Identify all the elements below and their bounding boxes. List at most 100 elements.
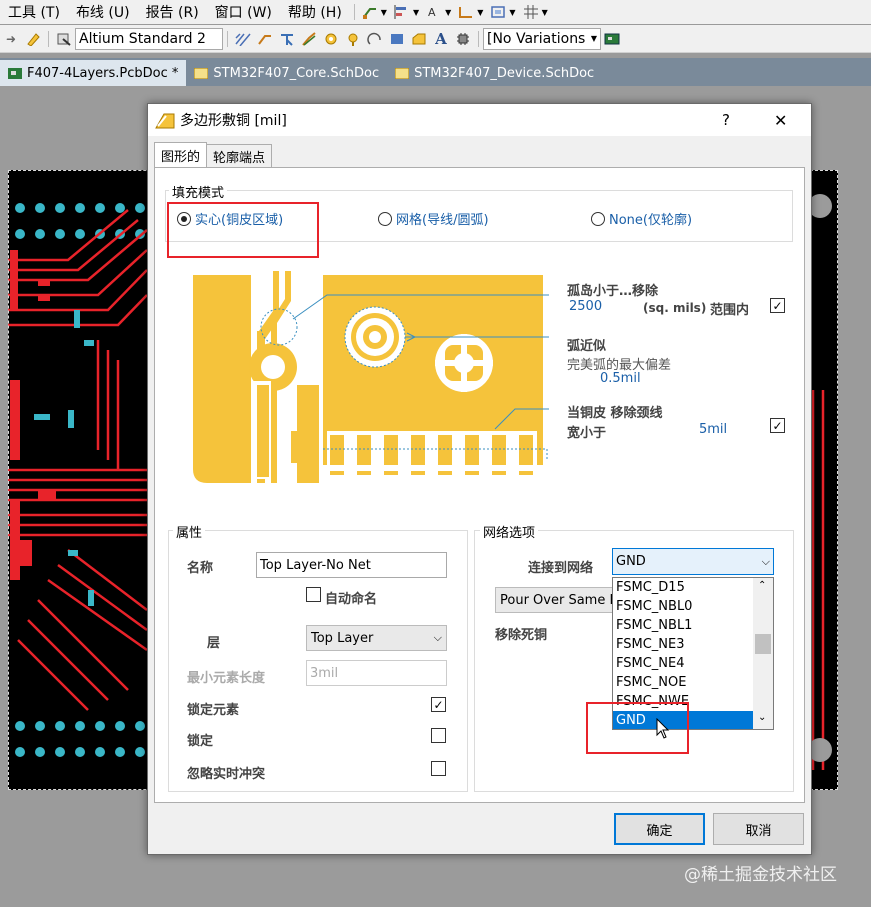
tab-device-schematic[interactable]: STM32F407_Device.SchDoc: [387, 60, 602, 86]
neck-remove-checkbox[interactable]: ✓: [770, 418, 785, 433]
name-label: 名称: [187, 561, 214, 576]
menu-reports[interactable]: 报告 (R): [138, 2, 207, 22]
annotation-box: [167, 202, 319, 258]
fill-icon[interactable]: [388, 31, 406, 47]
chevron-down-icon[interactable]: ▼: [542, 8, 548, 17]
lock-primitives-checkbox[interactable]: ✓: [431, 697, 446, 712]
net-options-label: 网络选项: [480, 522, 539, 541]
chevron-down-icon[interactable]: ▼: [509, 8, 515, 17]
auto-name-label: 自动命名: [325, 592, 378, 607]
scroll-up-icon[interactable]: ⌃: [758, 580, 766, 591]
tab-label: STM32F407_Core.SchDoc: [213, 65, 380, 81]
arc-approx-label: 弧近似: [567, 339, 607, 354]
arc-approx-value[interactable]: 0.5mil: [600, 371, 641, 386]
hatch-icon[interactable]: [234, 31, 252, 47]
scrollbar-thumb[interactable]: [755, 634, 771, 654]
arrow-icon[interactable]: ➜: [2, 31, 20, 47]
island-scope-label: 范围内: [710, 303, 750, 318]
cancel-button[interactable]: 取消: [713, 813, 804, 845]
fill-mode-label: 填充模式: [169, 182, 228, 201]
separator: [478, 30, 479, 47]
chevron-down-icon[interactable]: ▼: [381, 8, 387, 17]
svg-text:A: A: [428, 6, 436, 19]
variations-combo[interactable]: [No Variations ▼: [483, 27, 601, 50]
scroll-down-icon[interactable]: ⌄: [758, 712, 766, 723]
neck-value[interactable]: 5mil: [699, 422, 727, 437]
neck-sublabel: 宽小于: [567, 426, 607, 441]
via-icon[interactable]: [344, 31, 362, 47]
name-input[interactable]: Top Layer-No Net: [256, 552, 447, 578]
component-icon[interactable]: [55, 31, 73, 47]
chevron-down-icon[interactable]: ▼: [477, 8, 483, 17]
island-value[interactable]: 2500: [569, 299, 602, 314]
locked-label: 锁定: [187, 734, 214, 749]
route-icon[interactable]: [256, 31, 274, 47]
room-icon[interactable]: [489, 4, 507, 20]
auto-name-checkbox[interactable]: [306, 587, 321, 602]
tab-label: F407-4Layers.PcbDoc *: [27, 65, 179, 81]
dimension-icon[interactable]: [457, 4, 475, 20]
connect-to-net-combo[interactable]: GND ⌵: [612, 548, 774, 575]
ok-button[interactable]: 确定: [614, 813, 705, 845]
layer-select[interactable]: Top Layer ⌵: [306, 625, 447, 651]
align-icon[interactable]: [393, 4, 411, 20]
tab-core-schematic[interactable]: STM32F407_Core.SchDoc: [186, 60, 387, 86]
ignore-drc-checkbox[interactable]: [431, 761, 446, 776]
tab-graphical[interactable]: 图形的: [154, 142, 208, 168]
dialog-titlebar: 多边形敷铜 [mil] ? ✕: [148, 104, 811, 136]
pour-over-select[interactable]: Pour Over Same N: [495, 587, 625, 613]
combo-value: [No Variations: [487, 30, 586, 47]
menu-bar: 工具 (T) 布线 (U) 报告 (R) 窗口 (W) 帮助 (H) ▼ ▼ A…: [0, 0, 871, 24]
menu-tools[interactable]: 工具 (T): [0, 2, 68, 22]
chip-icon[interactable]: [454, 31, 472, 47]
net-option[interactable]: FSMC_NBL1: [613, 616, 753, 635]
polygon-icon[interactable]: [410, 31, 428, 47]
interactive-route-icon[interactable]: [361, 4, 379, 20]
min-length-label: 最小元素长度: [187, 671, 266, 686]
remove-dead-copper-label: 移除死铜: [495, 628, 548, 643]
island-remove-checkbox[interactable]: ✓: [770, 298, 785, 313]
text-icon[interactable]: A: [432, 30, 450, 48]
differential-pair-icon[interactable]: [300, 31, 318, 47]
fill-hatched-radio[interactable]: 网格(导线/圆弧): [378, 209, 489, 228]
menu-route[interactable]: 布线 (U): [68, 2, 138, 22]
help-button[interactable]: ?: [722, 111, 730, 129]
close-icon[interactable]: ✕: [774, 111, 787, 130]
chevron-down-icon[interactable]: ▼: [445, 8, 451, 17]
net-option[interactable]: FSMC_NOE: [613, 673, 753, 692]
chevron-down-icon: ⌵: [761, 554, 770, 568]
neck-label: 当铜皮 移除颈线: [567, 406, 663, 421]
net-option[interactable]: FSMC_D15: [613, 578, 753, 597]
board-icon[interactable]: [603, 31, 621, 47]
properties-label: 属性: [173, 522, 206, 541]
radio-dot: [591, 211, 605, 226]
min-length-value: 3mil: [310, 665, 339, 681]
min-length-input[interactable]: 3mil: [306, 660, 447, 686]
net-option[interactable]: FSMC_NBL0: [613, 597, 753, 616]
separator: [48, 30, 49, 47]
design-standard-combo[interactable]: Altium Standard 2: [75, 27, 223, 50]
fanout-icon[interactable]: [278, 31, 296, 47]
lock-primitives-label: 锁定元素: [187, 703, 240, 718]
highlight-icon[interactable]: [24, 31, 42, 47]
arc-icon[interactable]: [366, 31, 384, 47]
net-option[interactable]: FSMC_NE3: [613, 635, 753, 654]
scrollbar[interactable]: ⌃ ⌄: [753, 578, 773, 729]
fill-none-radio[interactable]: None(仅轮廓): [591, 209, 692, 228]
place-text-icon[interactable]: A: [425, 4, 443, 20]
grid-icon[interactable]: [522, 4, 540, 20]
pad-icon[interactable]: [322, 31, 340, 47]
radio-dot: [378, 211, 392, 226]
chevron-down-icon: ▼: [590, 34, 597, 43]
separator: [353, 4, 355, 20]
menu-window[interactable]: 窗口 (W): [207, 2, 280, 22]
net-option[interactable]: FSMC_NE4: [613, 654, 753, 673]
tab-outline-vertices[interactable]: 轮廓端点: [206, 144, 273, 168]
locked-checkbox[interactable]: [431, 728, 446, 743]
connect-to-net-label: 连接到网络: [528, 561, 594, 576]
island-unit: (sq. mils): [643, 301, 707, 315]
chevron-down-icon[interactable]: ▼: [413, 8, 419, 17]
polygon-pour-icon: [155, 113, 175, 129]
menu-help[interactable]: 帮助 (H): [280, 2, 350, 22]
tab-pcb-document[interactable]: F407-4Layers.PcbDoc *: [0, 60, 187, 86]
